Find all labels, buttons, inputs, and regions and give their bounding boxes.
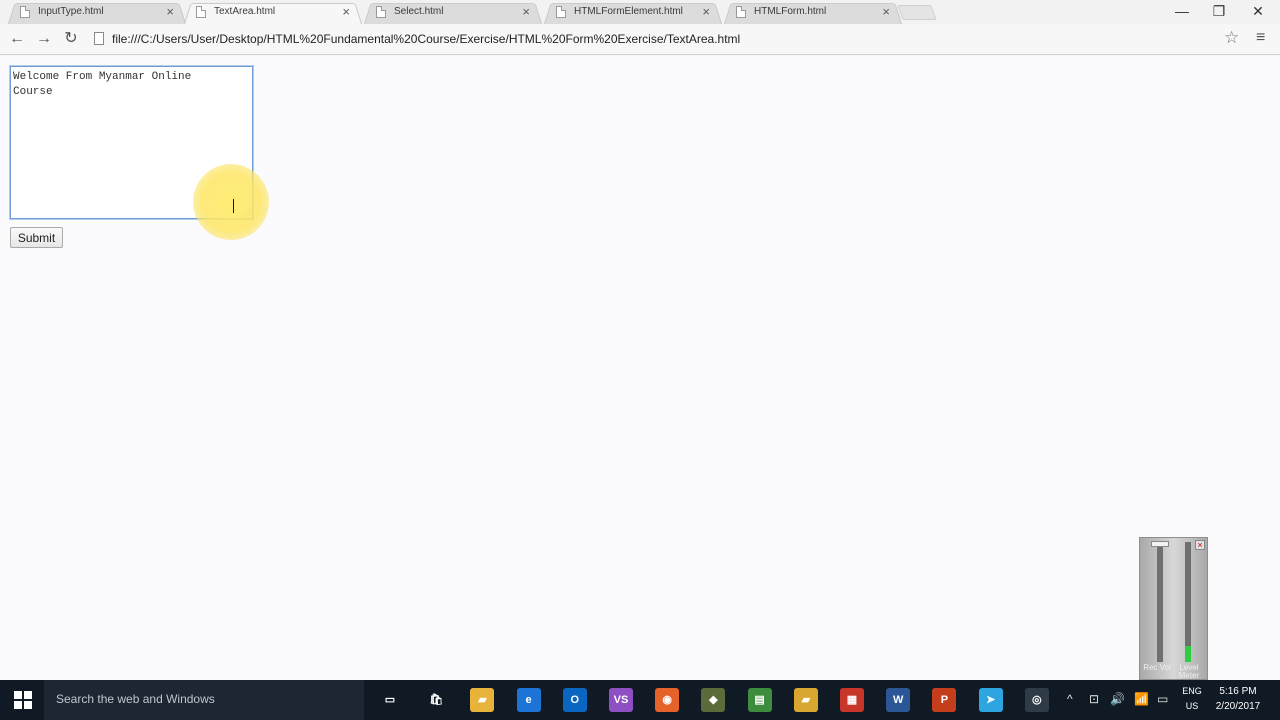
submit-button[interactable]: Submit <box>10 227 63 248</box>
windows-taskbar: Search the web and Windows ▭ 🛍 ▰ e O VS ◉ ◆ ▤ ▰ ▦ W… <box>0 680 1280 720</box>
new-tab-button[interactable] <box>897 5 937 20</box>
task-view-icon[interactable]: ▭ <box>378 688 402 712</box>
tab-close-icon[interactable]: × <box>342 4 350 20</box>
app-grid-icon[interactable]: ▦ <box>840 688 864 712</box>
tab-title: InputType.html <box>38 6 104 17</box>
tab-strip: InputType.html × TextArea.html × Select.… <box>0 0 1280 25</box>
rec-vol-label: Rec Vol <box>1143 663 1171 672</box>
language-code: ENG <box>1182 686 1202 696</box>
tab-close-icon[interactable]: × <box>882 4 890 20</box>
tab-htmlformelement[interactable]: HTMLFormElement.html × <box>544 1 722 25</box>
tab-select[interactable]: Select.html × <box>364 1 542 25</box>
clock-time: 5:16 PM <box>1219 686 1257 697</box>
tab-title: HTMLForm.html <box>754 6 827 17</box>
back-icon[interactable]: ← <box>7 29 27 49</box>
volume-icon[interactable]: 🔊 <box>1110 692 1125 706</box>
windows-start-icon[interactable] <box>14 691 32 709</box>
tray-overflow-icon[interactable]: ^ <box>1067 692 1073 706</box>
action-center-icon[interactable]: ▭ <box>1157 692 1168 706</box>
network-icon[interactable]: 📶 <box>1134 692 1149 706</box>
outlook-icon[interactable]: O <box>562 688 587 712</box>
file-explorer-icon[interactable]: ▰ <box>470 688 495 712</box>
menu-icon[interactable]: ≡ <box>1256 29 1265 47</box>
minimize-icon[interactable]: — <box>1172 2 1192 20</box>
level-meter-track <box>1185 542 1191 662</box>
page-content: Submit × Rec Vol Level Meter <box>0 56 1280 680</box>
page-info-icon[interactable] <box>94 32 104 45</box>
powerpoint-icon[interactable]: P <box>932 688 957 712</box>
clock-date: 2/20/2017 <box>1215 701 1261 712</box>
widget-close-icon[interactable]: × <box>1195 540 1205 550</box>
level-meter-label: Level Meter <box>1178 663 1200 680</box>
app-diamond-icon[interactable]: ◆ <box>701 688 726 712</box>
search-placeholder: Search the web and Windows <box>56 692 215 706</box>
store-icon[interactable]: 🛍 <box>424 688 449 712</box>
level-meter-fill <box>1185 646 1191 662</box>
tab-inputtype[interactable]: InputType.html × <box>8 1 186 25</box>
document-icon <box>20 6 30 18</box>
chrome-icon[interactable]: ◎ <box>1024 688 1049 712</box>
taskbar-search-box[interactable]: Search the web and Windows <box>44 680 364 720</box>
visual-studio-icon[interactable]: VS <box>609 688 633 712</box>
forward-icon[interactable]: → <box>34 29 54 49</box>
word-icon[interactable]: W <box>886 688 911 712</box>
cursor-highlight <box>193 164 269 240</box>
taskbar-clock[interactable]: 5:16 PM 2/20/2017 <box>1208 684 1268 714</box>
document-icon <box>376 6 386 18</box>
document-icon <box>556 6 566 18</box>
tab-close-icon[interactable]: × <box>702 4 710 20</box>
region-code: US <box>1185 701 1199 711</box>
document-icon <box>736 6 746 18</box>
close-window-icon[interactable]: ✕ <box>1248 2 1268 20</box>
text-cursor-icon <box>233 199 235 213</box>
tab-title: Select.html <box>394 6 444 17</box>
firefox-icon[interactable]: ◉ <box>655 688 680 712</box>
tab-htmlform[interactable]: HTMLForm.html × <box>724 1 902 25</box>
input-language[interactable]: ENG US <box>1182 684 1202 714</box>
tray-app-icon[interactable]: ⊡ <box>1089 692 1099 706</box>
document-icon <box>196 6 206 18</box>
tab-title: HTMLFormElement.html <box>574 6 683 17</box>
address-bar[interactable]: file:///C:/Users/User/Desktop/HTML%20Fun… <box>112 30 740 48</box>
volume-widget: × Rec Vol Level Meter <box>1139 537 1208 680</box>
restore-icon[interactable]: ❐ <box>1209 2 1229 20</box>
tab-close-icon[interactable]: × <box>522 4 530 20</box>
app-green-icon[interactable]: ▤ <box>747 688 772 712</box>
tab-textarea[interactable]: TextArea.html × <box>184 1 362 25</box>
folder-icon[interactable]: ▰ <box>793 688 818 712</box>
rec-vol-track[interactable] <box>1157 542 1163 662</box>
browser-toolbar: ← → ↻ file:///C:/Users/User/Desktop/HTML… <box>0 24 1280 55</box>
rec-vol-slider-handle[interactable] <box>1151 541 1169 547</box>
tab-close-icon[interactable]: × <box>166 4 174 20</box>
reload-icon[interactable]: ↻ <box>61 29 81 49</box>
tab-title: TextArea.html <box>214 6 276 17</box>
bookmark-star-icon[interactable]: ☆ <box>1224 28 1239 48</box>
edge-icon[interactable]: e <box>516 688 541 712</box>
telegram-icon[interactable]: ➤ <box>978 688 1003 712</box>
